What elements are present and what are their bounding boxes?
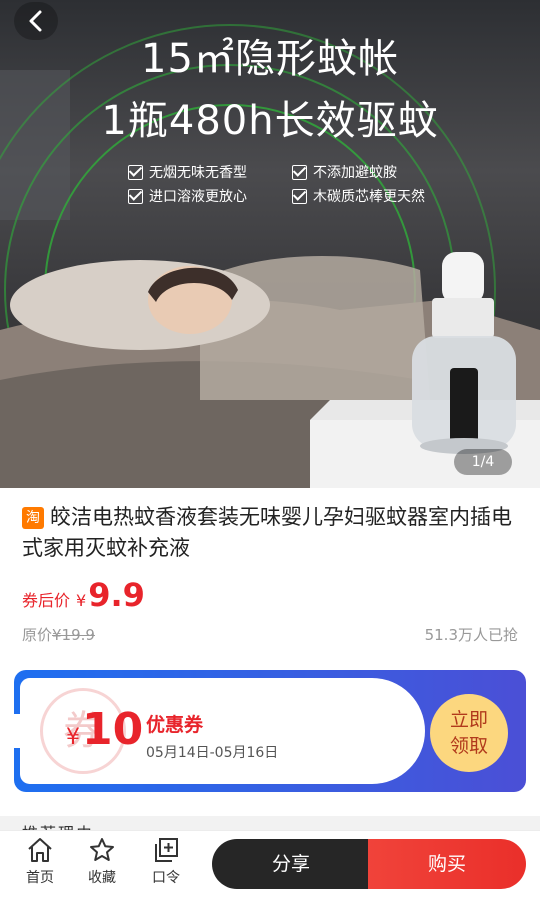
nav-code[interactable]: 口令 [144,837,188,887]
sold-count: 51.3万人已抢 [424,626,518,644]
feature-item: 进口溶液更放心 [128,186,247,206]
nav-home[interactable]: 首页 [18,837,62,887]
checkbox-icon [292,188,307,204]
product-info: 淘皎洁电热蚊香液套装无味婴儿孕妇驱蚊器室内插电式家用灭蚊补充液 券后价 ¥ 9.… [0,488,540,656]
taobao-badge-icon: 淘 [22,507,44,529]
checkbox-icon [128,164,143,180]
coupon-section: 券 ¥ 10 优惠券 05月14日-05月16日 立即 领取 [0,656,540,816]
home-icon [28,838,52,862]
original-price: 原价¥19.9 [22,626,95,644]
buy-button[interactable]: 购买 [368,839,526,889]
feature-item: 木碳质芯棒更天然 [292,186,425,206]
star-icon [90,838,114,861]
image-pager: 1/4 [454,449,512,475]
currency-symbol: ¥ [76,591,87,610]
hero-headline-1: 15㎡隐形蚊帐 [141,36,399,82]
price-value: 9.9 [88,576,145,614]
coupon-price: 券后价 ¥ 9.9 [22,576,145,614]
nav-favorite[interactable]: 收藏 [80,837,124,887]
product-image-carousel[interactable]: 15㎡隐形蚊帐 1瓶480h长效驱蚊 无烟无味无香型 不添加避蚊胺 进口溶液更放… [0,0,540,488]
coupon-card[interactable]: 券 ¥ 10 优惠券 05月14日-05月16日 立即 领取 [14,670,526,792]
checkbox-icon [128,188,143,204]
code-copy-icon [155,838,178,862]
hero-headline-2: 1瓶480h长效驱蚊 [101,98,439,144]
product-title: 淘皎洁电热蚊香液套装无味婴儿孕妇驱蚊器室内插电式家用灭蚊补充液 [22,505,512,560]
coupon-title: 优惠券 [146,714,204,736]
feature-item: 无烟无味无香型 [128,162,247,182]
coupon-date-range: 05月14日-05月16日 [146,745,279,761]
claim-coupon-button[interactable]: 立即 领取 [430,694,508,772]
share-button[interactable]: 分享 [212,839,370,889]
price-label: 券后价 [22,591,71,610]
checkbox-icon [292,164,307,180]
bottom-action-bar: 首页 收藏 口令 分享 购买 [0,830,540,900]
coupon-amount: ¥ 10 [66,704,144,755]
feature-item: 不添加避蚊胺 [292,162,397,182]
